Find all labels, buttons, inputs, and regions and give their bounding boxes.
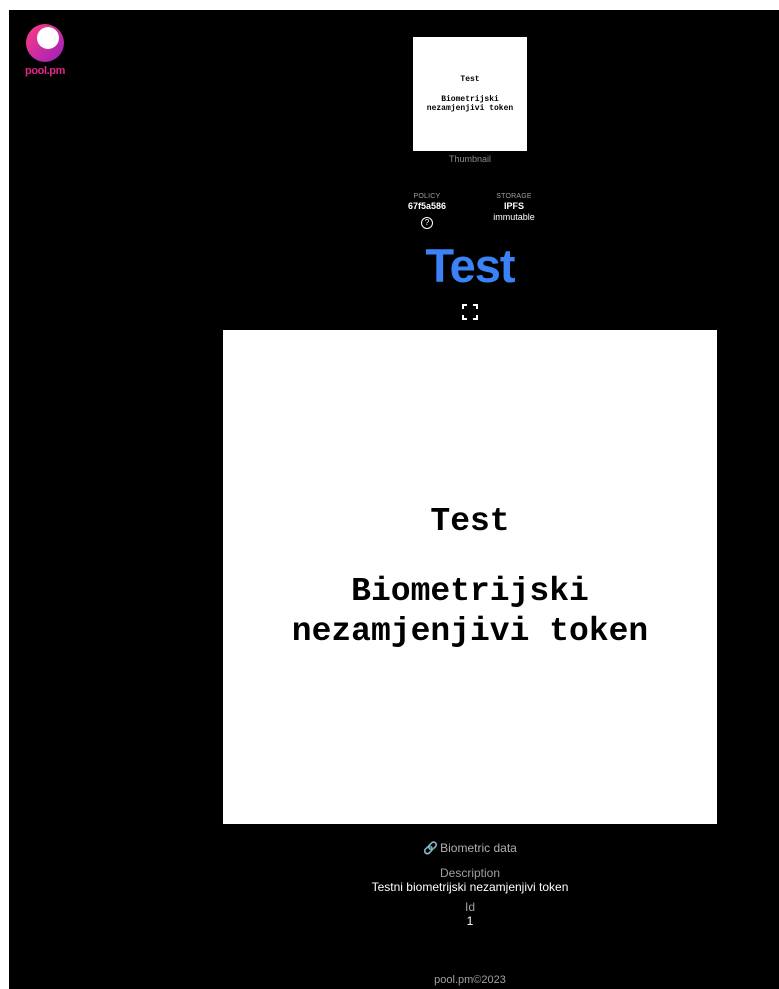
storage-value: IPFS bbox=[503, 201, 524, 211]
fullscreen-icon[interactable] bbox=[461, 303, 479, 321]
asset-image[interactable]: Test Biometrijski nezamjenjivi token bbox=[223, 330, 717, 824]
storage-note: immutable bbox=[493, 212, 535, 222]
storage-label: STORAGE bbox=[496, 193, 532, 200]
biometric-data-link-label: Biometric data bbox=[440, 841, 517, 855]
id-value: 1 bbox=[466, 914, 474, 928]
description-value: Testni biometrijski nezamjenjivi token bbox=[371, 880, 569, 894]
thumbnail-image[interactable]: Test Biometrijski nezamjenjivi token bbox=[413, 37, 527, 151]
help-icon[interactable]: ? bbox=[421, 217, 433, 229]
logo-text: pool.pm bbox=[25, 65, 65, 77]
poolpm-logo-icon bbox=[26, 24, 64, 62]
thumbnail-label: Thumbnail bbox=[448, 154, 492, 164]
storage-info: STORAGE IPFS immutable bbox=[479, 192, 549, 223]
id-field: Id 1 bbox=[269, 900, 671, 928]
description-field: Description Testni biometrijski nezamjen… bbox=[269, 866, 671, 894]
poolpm-logo-link[interactable]: pool.pm bbox=[22, 23, 68, 81]
link-icon: 🔗 bbox=[423, 841, 439, 855]
thumbnail-image-title: Test bbox=[460, 75, 480, 84]
footer-copyright: pool.pm©2023 bbox=[434, 974, 506, 986]
asset-title: Test bbox=[425, 239, 515, 292]
asset-image-subtitle: Biometrijski nezamjenjivi token bbox=[291, 573, 649, 650]
policy-value[interactable]: 67f5a586 bbox=[394, 201, 460, 212]
description-label: Description bbox=[439, 866, 501, 880]
biometric-data-link[interactable]: 🔗 Biometric data bbox=[339, 841, 601, 855]
thumbnail-image-subtitle: Biometrijski nezamjenjivi token bbox=[426, 95, 514, 113]
id-label: Id bbox=[464, 900, 475, 914]
asset-image-title: Test bbox=[430, 503, 510, 540]
page: pool.pm Test Biometrijski nezamjenjivi t… bbox=[9, 10, 779, 989]
policy-info: POLICY 67f5a586 ? bbox=[394, 192, 460, 230]
policy-label: POLICY bbox=[413, 193, 441, 200]
